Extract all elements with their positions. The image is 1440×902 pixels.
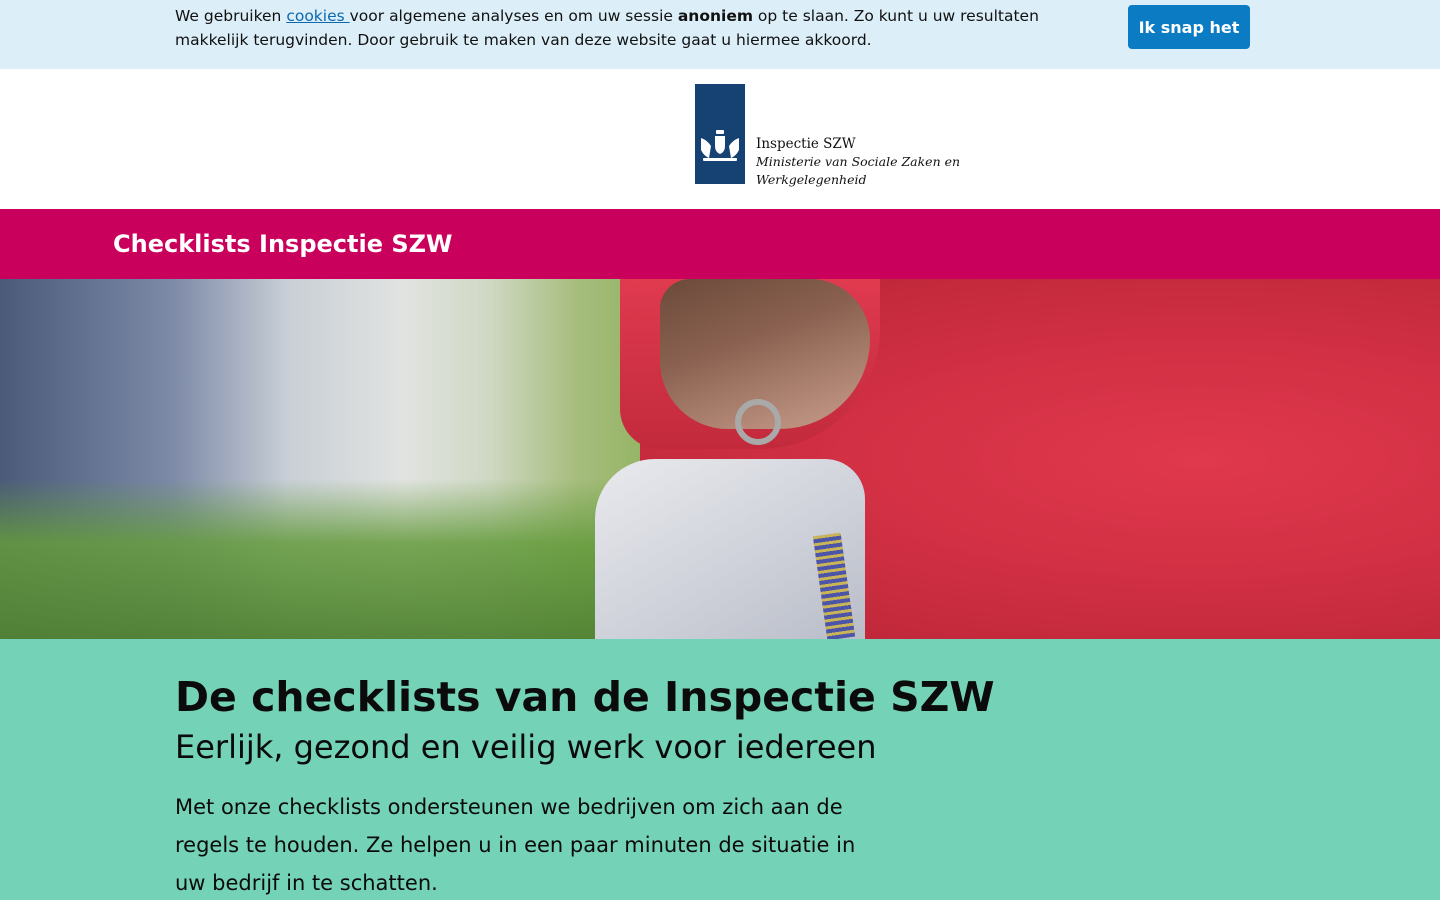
- page-title: De checklists van de Inspectie SZW: [175, 673, 995, 721]
- logo-ministry-name-line1: Ministerie van Sociale Zaken en: [756, 154, 961, 169]
- cookie-text-middle: voor algemene analyses en om uw sessie: [349, 7, 678, 25]
- cookie-banner: We gebruiken cookies voor algemene analy…: [0, 0, 1440, 69]
- cookie-text-start: We gebruiken: [175, 7, 287, 25]
- rijksoverheid-logo-block: [695, 84, 745, 184]
- cookie-bold-word: anoniem: [677, 7, 753, 25]
- site-title-link[interactable]: Checklists Inspectie SZW: [113, 227, 453, 261]
- cookie-message: We gebruiken cookies voor algemene analy…: [175, 4, 1095, 52]
- site-header: Inspectie SZW Ministerie van Sociale Zak…: [0, 69, 1440, 209]
- coat-of-arms-icon: [701, 130, 739, 161]
- logo-organisation-name: Inspectie SZW: [756, 136, 856, 152]
- site-title-bar: Checklists Inspectie SZW: [0, 209, 1440, 279]
- intro-section: De checklists van de Inspectie SZW Eerli…: [0, 639, 1440, 900]
- hero-ring: [735, 399, 781, 445]
- cookies-link[interactable]: cookies: [286, 7, 349, 25]
- logo-ministry-name-line2: Werkgelegenheid: [756, 172, 867, 187]
- page-subtitle: Eerlijk, gezond en veilig werk voor iede…: [175, 728, 877, 766]
- intro-paragraph: Met onze checklists ondersteunen we bedr…: [175, 795, 856, 895]
- accept-cookies-button[interactable]: Ik snap het: [1128, 5, 1250, 49]
- hero-image: [0, 279, 1440, 639]
- logo-wordmark: Inspectie SZW Ministerie van Sociale Zak…: [756, 135, 960, 189]
